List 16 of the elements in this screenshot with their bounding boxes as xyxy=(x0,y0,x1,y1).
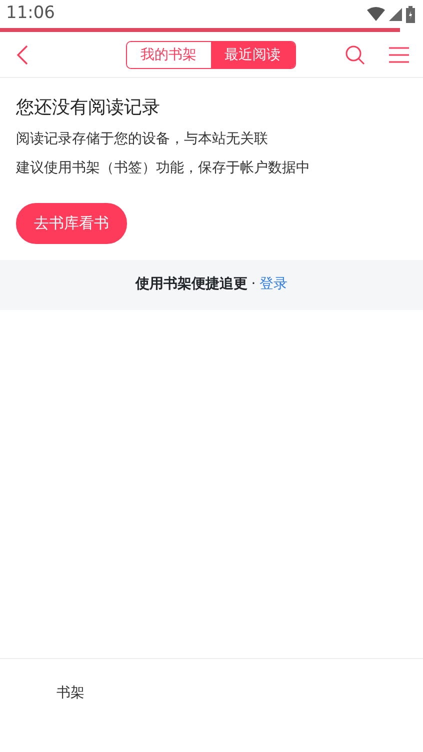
wifi-icon xyxy=(367,7,385,21)
menu-icon[interactable] xyxy=(389,46,409,62)
back-icon[interactable] xyxy=(16,44,28,64)
separator: · xyxy=(251,275,256,294)
tab[interactable]: 最近阅读 xyxy=(210,42,294,68)
notice-text: 使用书架便捷追更 xyxy=(135,275,248,294)
signal-icon xyxy=(389,8,402,20)
battery-icon xyxy=(406,6,415,22)
info-text: 阅读记录存储于您的设备，与本站无关联 xyxy=(16,130,269,149)
status-time: 11:06 xyxy=(6,2,55,26)
empty-title: 您还没有阅读记录 xyxy=(16,96,161,120)
search-icon[interactable] xyxy=(345,44,365,64)
nav-item[interactable]: 书架 xyxy=(56,683,84,752)
browse-library-button[interactable]: 去书库看书 xyxy=(16,203,127,244)
info-text: 建议使用书架（书签）功能，保存于帐户数据中 xyxy=(16,159,311,178)
login-link[interactable]: 登录 xyxy=(260,274,288,295)
